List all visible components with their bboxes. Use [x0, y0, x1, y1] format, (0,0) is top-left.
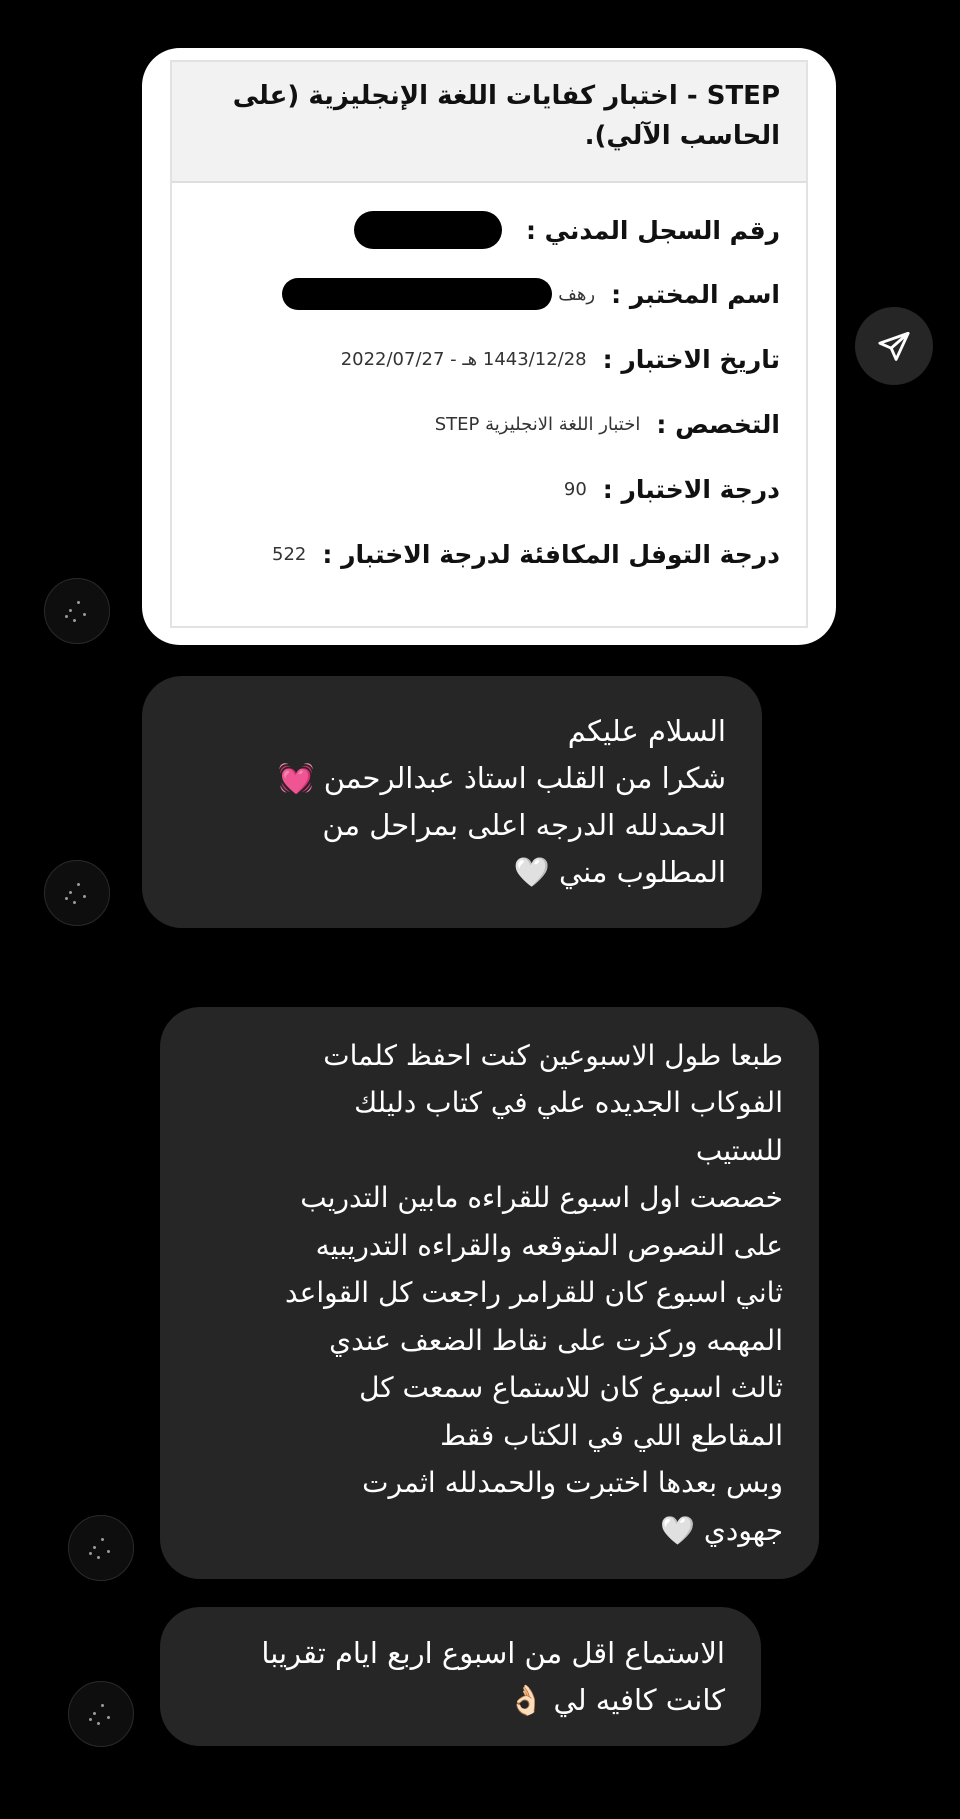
test-date-value: 1443/12/28 هـ - 2022/07/27	[340, 348, 587, 370]
toefl-equivalent-label: درجة التوفل المكافئة لدرجة الاختبار :	[322, 539, 780, 569]
redacted-name	[282, 278, 553, 310]
sender-avatar[interactable]	[44, 860, 110, 926]
row-civil-id: رقم السجل المدني :	[353, 210, 780, 250]
examinee-name-label: اسم المختبر :	[611, 279, 780, 309]
redacted-civil-id	[353, 211, 502, 249]
row-examinee-name: اسم المختبر : رهف	[282, 274, 780, 314]
row-toefl-equivalent: درجة التوفل المكافئة لدرجة الاختبار : 52…	[272, 534, 780, 574]
specialization-label: التخصص :	[656, 409, 780, 439]
row-test-date: تاريخ الاختبار : 1443/12/28 هـ - 2022/07…	[341, 339, 780, 379]
message-bubble[interactable]: السلام عليكم شكرا من القلب استاذ عبدالرح…	[142, 676, 762, 928]
sender-avatar[interactable]	[68, 1681, 134, 1747]
examinee-name-value: رهف	[558, 283, 596, 305]
share-button[interactable]	[855, 307, 933, 385]
message-text: طبعا طول الاسبوعين كنت احفظ كلمات الفوكا…	[284, 1038, 783, 1547]
sender-avatar[interactable]	[44, 578, 110, 644]
row-test-score: درجة الاختبار : 90	[564, 469, 780, 509]
toefl-equivalent-value: 522	[272, 543, 307, 565]
test-date-label: تاريخ الاختبار :	[602, 344, 780, 374]
specialization-value: اختبار اللغة الانجليزية STEP	[434, 413, 641, 435]
card-title: STEP - اختبار كفايات اللغة الإنجليزية (ع…	[172, 62, 806, 183]
test-score-value: 90	[563, 478, 587, 500]
paper-plane-icon	[878, 331, 910, 361]
message-bubble[interactable]: الاستماع اقل من اسبوع اربع ايام تقريبا ك…	[160, 1607, 761, 1746]
test-score-label: درجة الاختبار :	[602, 474, 780, 504]
result-card-content: STEP - اختبار كفايات اللغة الإنجليزية (ع…	[170, 60, 808, 628]
message-text: السلام عليكم شكرا من القلب استاذ عبدالرح…	[278, 714, 726, 889]
message-bubble[interactable]: طبعا طول الاسبوعين كنت احفظ كلمات الفوكا…	[160, 1007, 819, 1579]
sender-avatar[interactable]	[68, 1515, 134, 1581]
row-specialization: التخصص : اختبار اللغة الانجليزية STEP	[435, 404, 780, 444]
civil-id-label: رقم السجل المدني :	[525, 215, 780, 245]
message-text: الاستماع اقل من اسبوع اربع ايام تقريبا ك…	[261, 1635, 725, 1717]
